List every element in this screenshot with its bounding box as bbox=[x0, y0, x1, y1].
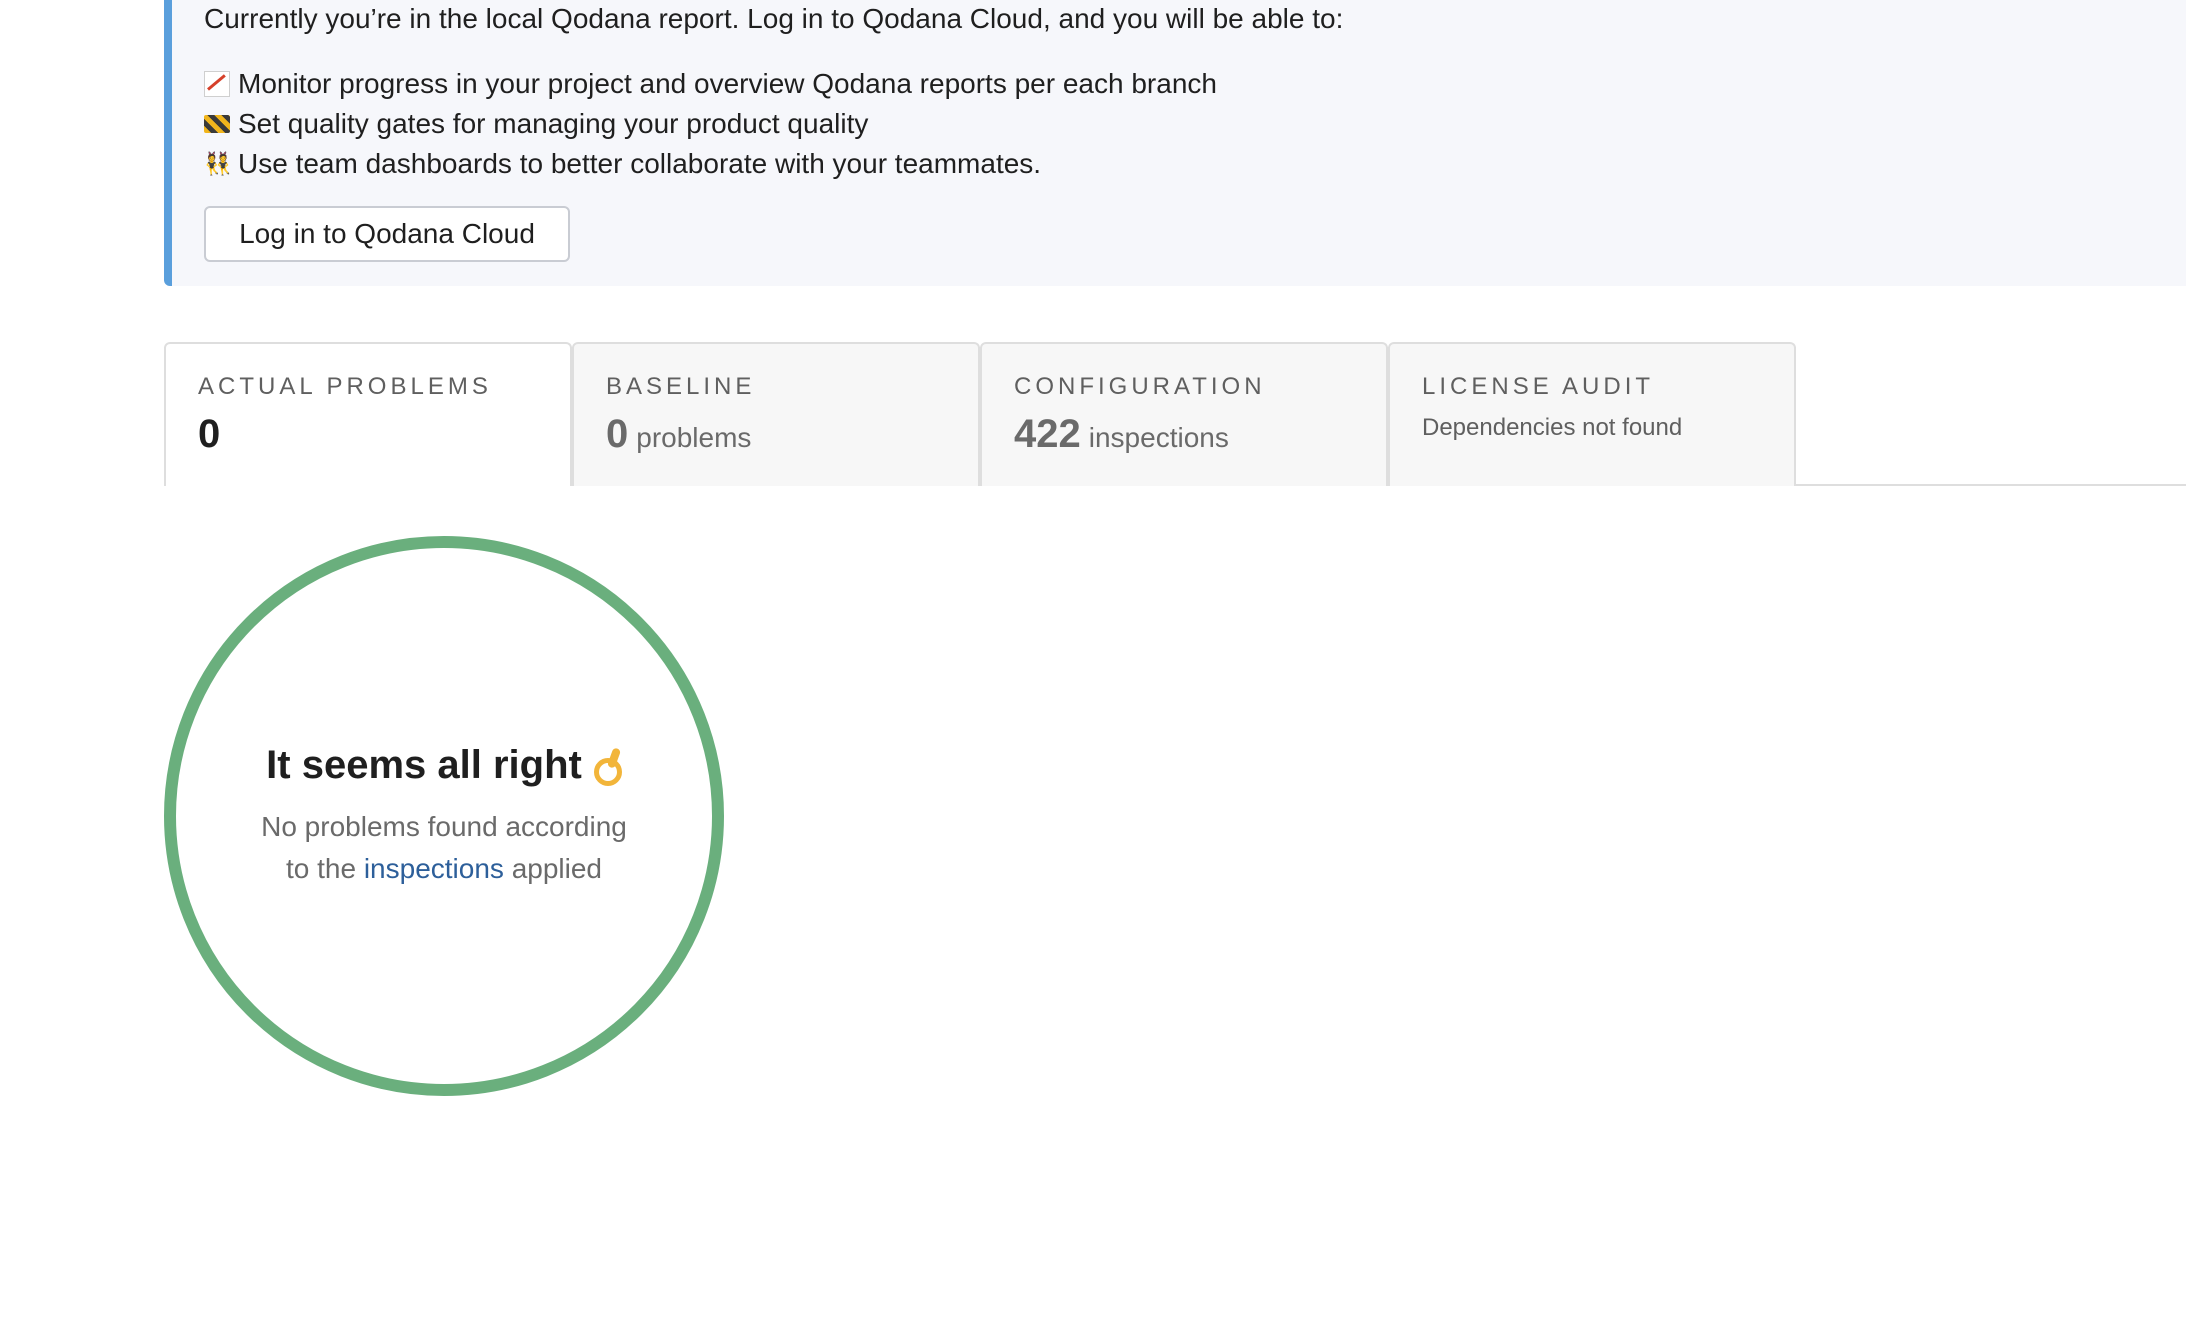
tab-label: LICENSE AUDIT bbox=[1422, 373, 1655, 400]
result-line1: No problems found according bbox=[261, 810, 627, 842]
tab-baseline[interactable]: BASELINE 0 problems bbox=[572, 342, 980, 486]
benefit-item: Set quality gates for managing your prod… bbox=[204, 104, 1217, 144]
result-line2-suffix: applied bbox=[511, 852, 603, 884]
result-title: It seems all right bbox=[266, 743, 622, 788]
banner-intro-text: Currently you’re in the local Qodana rep… bbox=[204, 3, 1344, 34]
tab-count: 422 bbox=[1014, 412, 1081, 456]
cloud-login-banner: Currently you’re in the local Qodana rep… bbox=[164, 0, 2186, 286]
tabs-divider bbox=[1796, 484, 2186, 486]
benefit-text: Monitor progress in your project and ove… bbox=[238, 68, 1217, 99]
tab-configuration[interactable]: CONFIGURATION 422 inspections bbox=[980, 342, 1388, 486]
benefit-text: Set quality gates for managing your prod… bbox=[238, 108, 869, 139]
tab-unit: problems bbox=[636, 422, 752, 453]
construction-icon bbox=[204, 115, 230, 133]
tab-license-audit[interactable]: LICENSE AUDIT Dependencies not found bbox=[1388, 342, 1796, 486]
tab-value: 0 problems bbox=[606, 412, 978, 457]
result-line2-prefix: to the bbox=[285, 852, 357, 884]
result-title-text: It seems all right bbox=[266, 742, 582, 787]
tab-label: BASELINE bbox=[606, 373, 756, 400]
chart-increasing-icon bbox=[204, 71, 230, 97]
inspections-link[interactable]: inspections bbox=[364, 853, 504, 884]
ok-hand-icon bbox=[592, 748, 622, 786]
tab-label: CONFIGURATION bbox=[1014, 373, 1266, 400]
no-problems-result: It seems all right No problems found acc… bbox=[164, 536, 724, 1096]
tab-value: 422 inspections bbox=[1014, 412, 1386, 457]
result-description: No problems found according to the inspe… bbox=[244, 806, 644, 890]
benefit-text: Use team dashboards to better collaborat… bbox=[238, 148, 1042, 179]
login-to-qodana-cloud-button[interactable]: Log in to Qodana Cloud bbox=[204, 206, 570, 262]
benefit-list: Monitor progress in your project and ove… bbox=[204, 64, 1217, 184]
tab-count: 0 bbox=[606, 412, 629, 456]
tab-label: ACTUAL PROBLEMS bbox=[198, 373, 492, 400]
tab-value: 0 bbox=[198, 412, 570, 457]
benefit-item: 👯 Use team dashboards to better collabor… bbox=[204, 144, 1217, 184]
report-tabs: ACTUAL PROBLEMS 0 BASELINE 0 problems CO… bbox=[164, 342, 1796, 486]
tab-unit: inspections bbox=[1088, 422, 1229, 453]
page: Currently you’re in the local Qodana rep… bbox=[0, 0, 2186, 1344]
benefit-item: Monitor progress in your project and ove… bbox=[204, 64, 1217, 104]
tab-actual-problems[interactable]: ACTUAL PROBLEMS 0 bbox=[164, 342, 572, 486]
team-icon: 👯 bbox=[204, 151, 232, 176]
tab-count: 0 bbox=[198, 412, 221, 456]
tab-note: Dependencies not found bbox=[1422, 414, 1683, 441]
